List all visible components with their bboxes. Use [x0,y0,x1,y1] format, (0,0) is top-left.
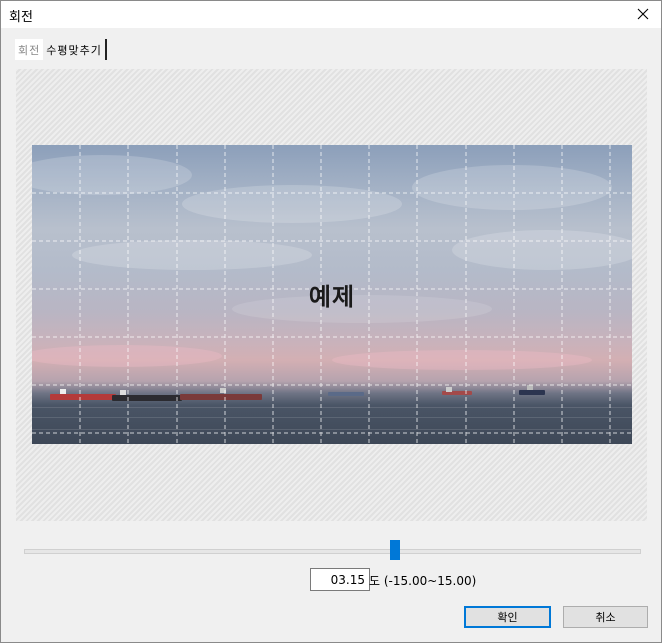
angle-input[interactable] [310,568,370,591]
close-icon [637,8,649,20]
rotation-slider-thumb[interactable] [390,540,400,560]
tab-straighten[interactable]: 수평맞추기 [43,39,107,60]
preview-image: 예제 [32,145,632,444]
preview-watermark: 예제 [308,283,356,311]
tab-rotate-label: 회전 [18,43,41,57]
close-button[interactable] [631,3,655,25]
rotation-slider-track[interactable] [24,549,641,554]
tab-bar: 회전 수평맞추기 [15,39,107,60]
angle-range-label: 도 (-15.00~15.00) [369,574,477,588]
preview-area: 예제 [16,69,647,521]
title-bar: 회전 [1,1,661,28]
ok-button[interactable]: 확인 [464,606,551,628]
cancel-button-label: 취소 [595,611,616,624]
window-title: 회전 [9,10,33,25]
ok-button-label: 확인 [497,611,518,624]
rotation-dialog: 회전 회전 수평맞추기 예제 03.15 도 (-15.00~15.00) 확인… [0,0,662,643]
cancel-button[interactable]: 취소 [563,606,648,628]
tab-straighten-label: 수평맞추기 [46,43,102,57]
tab-rotate[interactable]: 회전 [15,39,44,60]
